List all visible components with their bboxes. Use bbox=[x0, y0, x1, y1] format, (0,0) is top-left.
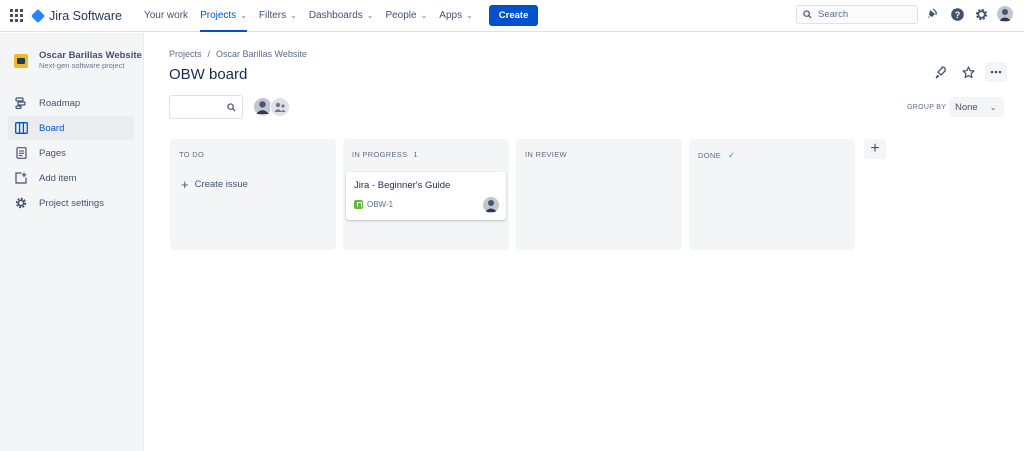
nav-dashboards-label: Dashboards bbox=[308, 10, 363, 21]
app-name: Jira Software bbox=[49, 8, 122, 23]
sidebar-item-board[interactable]: Board bbox=[8, 116, 134, 140]
issue-key-label: OBW-1 bbox=[367, 200, 394, 209]
chevron-down-icon: ⌄ bbox=[366, 11, 374, 20]
sidebar-item-label: Add item bbox=[39, 172, 77, 184]
breadcrumb-separator: / bbox=[207, 49, 211, 59]
board-search-input[interactable] bbox=[177, 102, 227, 112]
board-column-in-progress: IN PROGRESS 1 Jira - Beginner's Guide OB… bbox=[343, 139, 509, 250]
chevron-down-icon: ⌄ bbox=[989, 102, 997, 112]
release-icon[interactable] bbox=[930, 62, 952, 82]
chevron-down-icon: ⌄ bbox=[466, 11, 473, 20]
nav-your-work[interactable]: Your work bbox=[138, 0, 194, 32]
nav-filters[interactable]: Filters ⌄ bbox=[253, 0, 303, 32]
nav-filters-label: Filters bbox=[258, 10, 287, 21]
board-column-todo: TO DO + Create issue bbox=[170, 139, 336, 250]
chevron-down-icon: ⌄ bbox=[290, 11, 297, 20]
svg-text:?: ? bbox=[954, 9, 960, 19]
sidebar-item-label: Project settings bbox=[39, 197, 104, 209]
jira-logo[interactable]: Jira Software bbox=[30, 8, 122, 23]
sidebar-item-label: Pages bbox=[39, 147, 66, 159]
settings-icon bbox=[14, 196, 28, 210]
nav-people-label: People bbox=[385, 10, 417, 21]
assignee-avatar[interactable] bbox=[483, 197, 499, 213]
nav-your-work-label: Your work bbox=[143, 10, 189, 21]
nav-apps-label: Apps bbox=[439, 10, 463, 21]
sidebar-item-add-item[interactable]: Add item bbox=[8, 166, 134, 190]
add-people-icon[interactable] bbox=[270, 97, 290, 117]
column-header: IN PROGRESS 1 bbox=[352, 150, 418, 159]
plus-icon: + bbox=[870, 140, 880, 157]
create-issue-label: Create issue bbox=[194, 179, 248, 190]
jira-diamond-icon bbox=[30, 8, 46, 23]
top-icons: ? bbox=[924, 6, 1013, 22]
notifications-icon[interactable] bbox=[924, 6, 940, 22]
create-issue-button[interactable]: + Create issue bbox=[181, 177, 248, 192]
search-input[interactable] bbox=[818, 9, 908, 20]
create-button[interactable]: Create bbox=[488, 5, 539, 26]
roadmap-icon bbox=[14, 96, 28, 110]
sidebar-item-label: Roadmap bbox=[39, 97, 81, 109]
nav-dashboards[interactable]: Dashboards ⌄ bbox=[303, 0, 380, 32]
chevron-down-icon: ⌄ bbox=[420, 11, 428, 20]
nav-projects-label: Projects bbox=[200, 10, 237, 21]
add-item-icon bbox=[14, 171, 28, 185]
breadcrumb-project[interactable]: Oscar Barillas Website bbox=[216, 49, 307, 59]
column-title: DONE bbox=[698, 151, 721, 160]
check-icon: ✓ bbox=[727, 150, 736, 160]
project-avatar-icon bbox=[14, 54, 28, 68]
column-count: 1 bbox=[413, 150, 418, 159]
group-by-value: None bbox=[955, 101, 978, 113]
help-icon[interactable]: ? bbox=[949, 6, 965, 22]
group-by-label: GROUP BY bbox=[907, 104, 947, 111]
group-by-select[interactable]: None ⌄ bbox=[949, 97, 1004, 117]
chevron-down-icon: ⌄ bbox=[240, 11, 247, 20]
board-header-actions bbox=[930, 62, 1007, 82]
project-sidebar: Oscar Barillas Website Next-gen software… bbox=[0, 33, 144, 451]
add-column-button[interactable]: + bbox=[864, 139, 886, 159]
board-search[interactable] bbox=[169, 95, 243, 119]
project-header: Oscar Barillas Website Next-gen software… bbox=[0, 33, 143, 71]
column-title: TO DO bbox=[179, 150, 205, 159]
board-column-done: DONE ✓ bbox=[689, 139, 855, 250]
star-icon[interactable] bbox=[957, 62, 979, 82]
column-header: TO DO bbox=[179, 150, 204, 159]
more-icon bbox=[990, 70, 1002, 74]
more-actions-button[interactable] bbox=[985, 62, 1007, 82]
profile-avatar[interactable] bbox=[997, 6, 1013, 22]
app-switcher-icon[interactable] bbox=[10, 8, 24, 23]
sidebar-item-pages[interactable]: Pages bbox=[8, 141, 134, 165]
sidebar-item-roadmap[interactable]: Roadmap bbox=[8, 91, 134, 115]
sidebar-item-project-settings[interactable]: Project settings bbox=[8, 191, 134, 215]
pages-icon bbox=[14, 146, 28, 160]
board-column-in-review: IN REVIEW bbox=[516, 139, 682, 250]
board-icon bbox=[14, 121, 28, 135]
column-title: IN REVIEW bbox=[525, 150, 567, 159]
story-icon bbox=[354, 200, 363, 209]
breadcrumb: Projects / Oscar Barillas Website bbox=[169, 49, 307, 59]
nav-menu: Your work Projects ⌄ Filters ⌄ Dashboards ⌄… bbox=[138, 0, 539, 32]
issue-key: OBW-1 bbox=[354, 200, 393, 209]
nav-projects[interactable]: Projects ⌄ bbox=[194, 0, 253, 32]
issue-card[interactable]: Jira - Beginner's Guide OBW-1 bbox=[346, 172, 506, 220]
sidebar-menu: Roadmap Board Pages Add item Project set… bbox=[0, 91, 143, 215]
breadcrumb-projects[interactable]: Projects bbox=[169, 49, 202, 59]
top-navigation: Jira Software Your work Projects ⌄ Filter… bbox=[0, 0, 1024, 32]
column-title: IN PROGRESS bbox=[352, 150, 408, 159]
settings-gear-icon[interactable] bbox=[973, 6, 989, 22]
nav-apps[interactable]: Apps ⌄ bbox=[433, 0, 479, 32]
column-header: DONE ✓ bbox=[698, 150, 736, 161]
project-type: Next-gen software project bbox=[39, 61, 125, 70]
search-icon bbox=[227, 102, 236, 112]
nav-people[interactable]: People ⌄ bbox=[379, 0, 433, 32]
global-search[interactable] bbox=[796, 5, 918, 24]
search-icon bbox=[803, 10, 812, 19]
column-header: IN REVIEW bbox=[525, 150, 567, 159]
project-name: Oscar Barillas Website bbox=[39, 50, 142, 61]
plus-icon: + bbox=[181, 177, 189, 192]
issue-title: Jira - Beginner's Guide bbox=[354, 180, 451, 191]
sidebar-item-label: Board bbox=[39, 122, 65, 134]
page-title: OBW board bbox=[169, 66, 248, 83]
